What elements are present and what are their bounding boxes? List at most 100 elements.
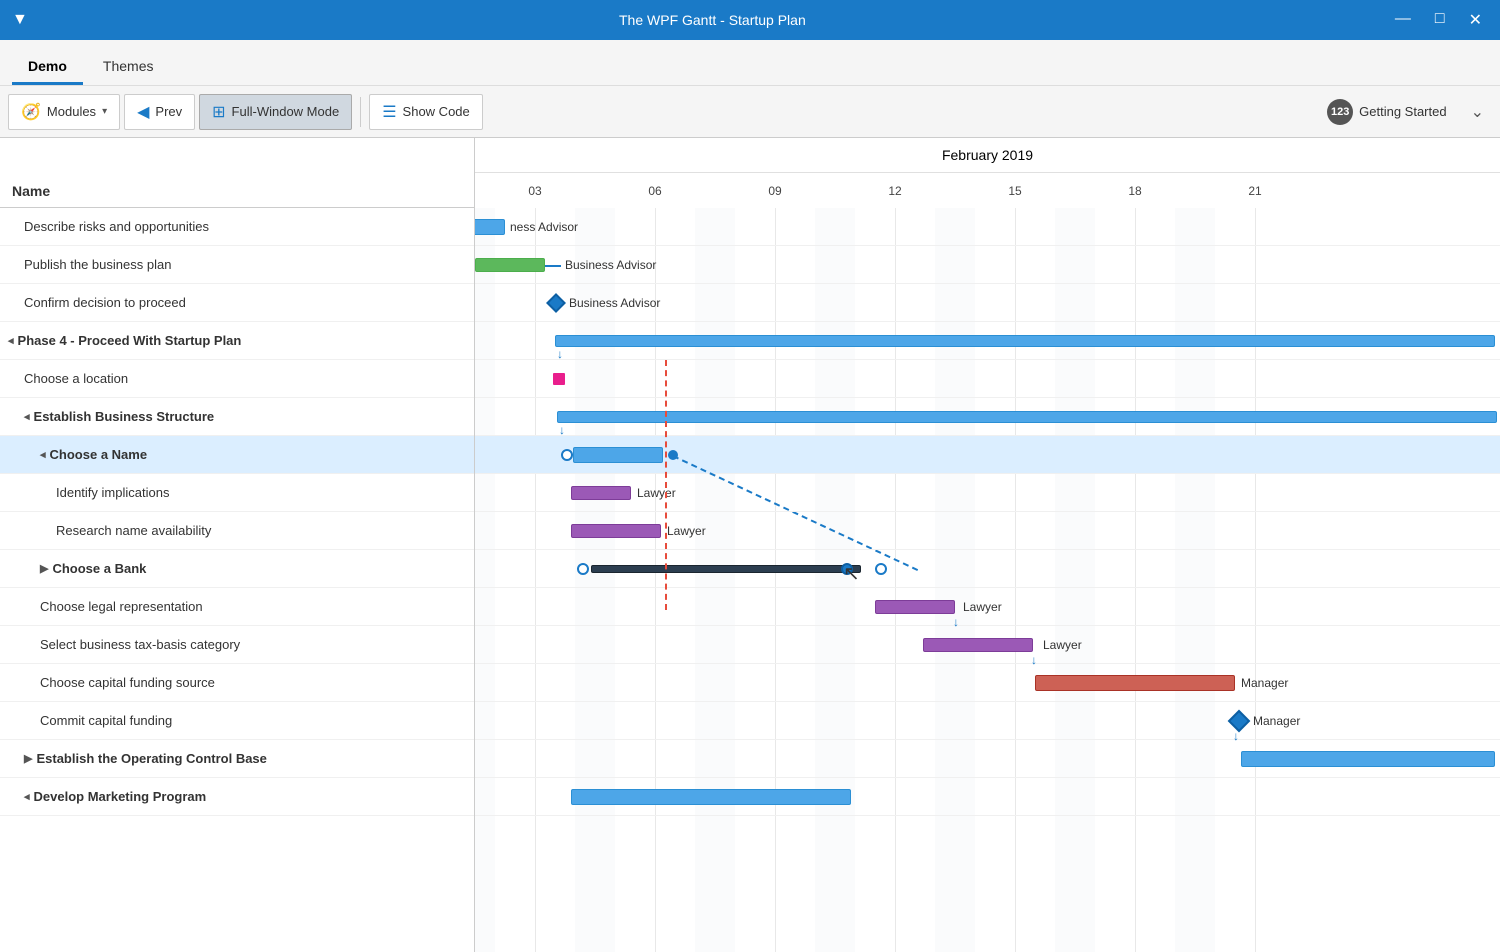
gantt-bar-marketing [571, 789, 851, 805]
task-row-marketing: ◂ Develop Marketing Program [0, 778, 474, 816]
gantt-bar-tax [923, 638, 1033, 652]
task-row-establish-op: ▶ Establish the Operating Control Base [0, 740, 474, 778]
gantt-row-15 [475, 740, 1500, 778]
compass-icon: 🧭 [21, 102, 41, 122]
gantt-month: February 2019 [475, 138, 1500, 173]
red-dashed-line [665, 360, 667, 610]
task-row: Identify implications [0, 474, 474, 512]
full-window-button[interactable]: ⊞ Full-Window Mode [199, 94, 352, 130]
prev-button[interactable]: ◀ Prev [124, 94, 195, 130]
cursor-icon: ↖ [843, 561, 860, 586]
collapse-icon: ◂ [8, 334, 14, 347]
gantt-bar-legal [875, 600, 955, 614]
day-label-09: 09 [768, 184, 781, 198]
collapse-icon: ◂ [24, 410, 30, 423]
tab-bar: Demo Themes [0, 40, 1500, 86]
task-row: Describe risks and opportunities [0, 208, 474, 246]
gantt-circle-bank-left [577, 563, 589, 575]
expand-icon: ▶ [40, 562, 48, 575]
expand-icon: ▶ [24, 752, 32, 765]
gantt-label-business-advisor-3: Business Advisor [569, 296, 660, 310]
task-panel-header: Name [0, 138, 474, 208]
gantt-milestone [546, 293, 566, 313]
gantt-label-lawyer-1: Lawyer [637, 486, 676, 500]
day-label-18: 18 [1128, 184, 1141, 198]
task-panel: Name Describe risks and opportunities Pu… [0, 138, 475, 952]
main-content: Name Describe risks and opportunities Pu… [0, 138, 1500, 952]
getting-started-icon: 123 [1327, 99, 1353, 125]
gantt-label-lawyer-2: Lawyer [667, 524, 706, 538]
getting-started-button[interactable]: 123 Getting Started [1315, 94, 1458, 130]
task-row: Select business tax-basis category [0, 626, 474, 664]
collapse-icon: ◂ [24, 790, 30, 803]
task-row: Publish the business plan [0, 246, 474, 284]
gantt-bar-bank [591, 565, 861, 573]
day-label-12: 12 [888, 184, 901, 198]
gantt-circle-bank-right [875, 563, 887, 575]
gantt-row-7 [475, 436, 1500, 474]
gantt-bar-location [553, 373, 565, 385]
gantt-label-manager-1: Manager [1241, 676, 1288, 690]
day-label-21: 21 [1248, 184, 1261, 198]
tab-themes[interactable]: Themes [87, 50, 170, 85]
day-label-03: 03 [528, 184, 541, 198]
task-row-choose-bank: ▶ Choose a Bank [0, 550, 474, 588]
gantt-row-10: ↖ [475, 550, 1500, 588]
gantt-bar-establish-biz [557, 411, 1497, 423]
gantt-row-3: Business Advisor [475, 284, 1500, 322]
task-row-choose-name: ◂ Choose a Name [0, 436, 474, 474]
window-title: The WPF Gantt - Startup Plan [36, 12, 1389, 28]
gantt-row-4: ↓ [475, 322, 1500, 360]
gantt-bar-capital [1035, 675, 1235, 691]
collapse-icon: ◂ [40, 448, 46, 461]
gantt-circle-left [561, 449, 573, 461]
show-code-button[interactable]: ☰ Show Code [369, 94, 483, 130]
gantt-row-1: ness Advisor [475, 208, 1500, 246]
establish-biz-arrow: ↓ [559, 423, 565, 437]
close-button[interactable]: ✕ [1463, 8, 1488, 32]
task-row: Choose capital funding source [0, 664, 474, 702]
title-bar: ▼ The WPF Gantt - Startup Plan — □ ✕ [0, 0, 1500, 40]
gantt-row-9: Lawyer [475, 512, 1500, 550]
task-row: Commit capital funding [0, 702, 474, 740]
gantt-row-16 [475, 778, 1500, 816]
gantt-row-13: Manager [475, 664, 1500, 702]
gantt-bar-identify [571, 486, 631, 500]
gantt-diamond-commit [1228, 709, 1251, 732]
expand-toolbar-button[interactable]: ⌄ [1463, 98, 1492, 126]
task-row: Confirm decision to proceed [0, 284, 474, 322]
gantt-row-8: Lawyer [475, 474, 1500, 512]
toolbar-right: 123 Getting Started ⌄ [1315, 94, 1492, 130]
gantt-row-12: ↓ Lawyer [475, 626, 1500, 664]
app-icon: ▼ [12, 11, 28, 29]
day-label-15: 15 [1008, 184, 1021, 198]
gantt-row-11: ↓ Lawyer [475, 588, 1500, 626]
prev-arrow-icon: ◀ [137, 102, 149, 122]
phase4-arrow: ↓ [557, 347, 563, 361]
task-row: Research name availability [0, 512, 474, 550]
task-row-phase4: ◂ Phase 4 - Proceed With Startup Plan [0, 322, 474, 360]
tab-demo[interactable]: Demo [12, 50, 83, 85]
gantt-bar-establish-op [1241, 751, 1495, 767]
gantt-row-6: ↓ [475, 398, 1500, 436]
gantt-bar-research [571, 524, 661, 538]
day-label-06: 06 [648, 184, 661, 198]
code-icon: ☰ [382, 102, 396, 122]
task-row: Choose legal representation [0, 588, 474, 626]
gantt-body: ness Advisor Business Advisor Business A… [475, 208, 1500, 952]
task-row-establish-biz: ◂ Establish Business Structure [0, 398, 474, 436]
minimize-button[interactable]: — [1389, 8, 1417, 32]
gantt-panel: February 2019 03 06 09 12 15 18 21 [475, 138, 1500, 952]
gantt-label-lawyer-4: Lawyer [1043, 638, 1082, 652]
gantt-days-row: 03 06 09 12 15 18 21 [475, 173, 1500, 208]
task-row: Choose a location [0, 360, 474, 398]
gantt-row-5 [475, 360, 1500, 398]
modules-button[interactable]: 🧭 Modules ▾ [8, 94, 120, 130]
gantt-bar-choose-name [573, 447, 663, 463]
window-controls: — □ ✕ [1389, 8, 1488, 32]
gantt-row-14: ↓ Manager [475, 702, 1500, 740]
gantt-label-lawyer-3: Lawyer [963, 600, 1002, 614]
gantt-label-business-advisor-2: Business Advisor [565, 258, 656, 272]
gantt-label-1: ness Advisor [510, 220, 578, 234]
maximize-button[interactable]: □ [1429, 8, 1451, 32]
